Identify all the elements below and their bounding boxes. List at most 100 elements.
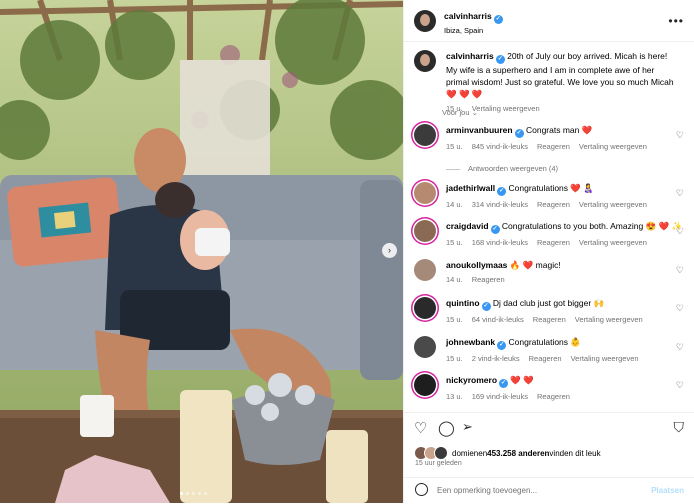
reply-button[interactable]: Reageren xyxy=(529,354,562,363)
comment-username[interactable]: nickyromero xyxy=(446,375,497,385)
post-header: calvinharris ✓ Ibiza, Spain ••• xyxy=(404,0,694,42)
bookmark-icon[interactable]: ⛉ xyxy=(674,419,685,436)
heart-icon[interactable]: ♡ xyxy=(676,303,684,314)
comment: anoukollymaas 🔥 ❤️ magic! 14 u. Reageren … xyxy=(414,259,684,286)
comment-time: 15 u. xyxy=(446,238,463,247)
comment-time: 15 u. xyxy=(446,142,463,151)
comment-likes[interactable]: 845 vind-ik-leuks xyxy=(472,142,528,151)
avatar[interactable] xyxy=(414,259,436,281)
avatar[interactable] xyxy=(414,336,436,358)
carousel-dots xyxy=(180,492,207,495)
likes-suffix: vinden dit leuk xyxy=(549,448,601,458)
reply-button[interactable]: Reageren xyxy=(537,392,570,401)
comment-time: 14 u. xyxy=(446,200,463,209)
comment-likes[interactable]: 169 vind-ik-leuks xyxy=(472,392,528,401)
comment-username[interactable]: anoukollymaas xyxy=(446,260,507,270)
comment: jadethirlwall ✓ Congratulations ❤️ 👩‍🍼 14… xyxy=(414,182,684,211)
comment-username[interactable]: johnewbank xyxy=(446,337,495,347)
view-replies-button[interactable]: Antwoorden weergeven (4) xyxy=(468,164,558,173)
likes-summary: domien en 453.258 anderen vinden dit leu… xyxy=(414,446,601,460)
heart-icon[interactable]: ♡ xyxy=(676,188,684,199)
avatar[interactable] xyxy=(414,297,436,319)
comment-time: 15 u. xyxy=(446,354,463,363)
verified-icon: ✓ xyxy=(481,302,491,311)
likes-count[interactable]: 453.258 anderen xyxy=(487,449,549,458)
emoji-icon[interactable] xyxy=(415,483,428,496)
post-comment-button[interactable]: Plaatsen xyxy=(651,486,684,495)
comment: craigdavid ✓ Congratulations to you both.… xyxy=(414,220,684,249)
caption-hearts: ❤️ ❤️ ❤️ xyxy=(446,89,483,99)
translate-link[interactable]: Vertaling weergeven xyxy=(575,315,643,324)
heart-icon[interactable]: ♡ xyxy=(676,342,684,353)
heart-icon[interactable]: ♡ xyxy=(676,380,684,391)
comment-text: Congratulations 👶 xyxy=(508,337,581,347)
comment-username[interactable]: craigdavid xyxy=(446,221,489,231)
comments-list[interactable]: calvinharris ✓ 20th of July our boy arriv… xyxy=(404,42,694,412)
comment-text: ❤️ ❤️ xyxy=(510,375,534,385)
heart-icon[interactable]: ♡ xyxy=(676,130,684,141)
author-avatar[interactable] xyxy=(414,9,436,32)
verified-icon: ✓ xyxy=(497,187,507,196)
reply-button[interactable]: Reageren xyxy=(537,200,570,209)
comment-input[interactable]: Een opmerking toevoegen... xyxy=(437,486,537,495)
verified-icon: ✓ xyxy=(490,225,500,234)
comment-text: Congratulations ❤️ 👩‍🍼 xyxy=(508,183,594,193)
translate-link[interactable]: Vertaling weergeven xyxy=(579,200,647,209)
comment-time: 13 u. xyxy=(446,392,463,401)
author-username[interactable]: calvinharris xyxy=(444,11,492,21)
comment: nickyromero ✓ ❤️ ❤️ 13 u. 169 vind-ik-leuk… xyxy=(414,374,684,403)
likes-and: en xyxy=(478,448,488,458)
likes-user[interactable]: domien xyxy=(452,449,478,458)
reply-button[interactable]: Reageren xyxy=(537,238,570,247)
verified-icon: ✓ xyxy=(497,341,507,350)
reply-button[interactable]: Reageren xyxy=(537,142,570,151)
post-panel: calvinharris ✓ Ibiza, Spain ••• calvinhar… xyxy=(403,0,694,503)
caption-username[interactable]: calvinharris xyxy=(446,51,494,61)
post-image xyxy=(0,0,403,503)
comment-username[interactable]: arminvanbuuren xyxy=(446,125,513,135)
comment-username[interactable]: jadethirlwall xyxy=(446,183,495,193)
liker-avatar xyxy=(434,446,448,460)
post-location[interactable]: Ibiza, Spain xyxy=(444,26,503,35)
comment-likes[interactable]: 168 vind-ik-leuks xyxy=(472,238,528,247)
comment-text: Dj dad club just got bigger 🙌 xyxy=(492,298,605,308)
verified-icon: ✓ xyxy=(493,15,503,24)
for-you-filter[interactable]: Voor jou ⌄ xyxy=(442,108,478,117)
comment: quintino ✓ Dj dad club just got bigger 🙌 … xyxy=(414,297,684,326)
avatar[interactable] xyxy=(414,182,436,204)
chevron-right-icon: › xyxy=(388,245,391,255)
heart-icon[interactable]: ♡ xyxy=(676,226,684,237)
comment-username[interactable]: quintino xyxy=(446,298,480,308)
comment-time: 14 u. xyxy=(446,275,463,284)
heart-icon[interactable]: ♡ xyxy=(676,265,684,276)
reply-button[interactable]: Reageren xyxy=(533,315,566,324)
comment-time: 15 u. xyxy=(446,315,463,324)
post-time[interactable]: 15 uur geleden xyxy=(415,460,462,467)
comment-text: 🔥 ❤️ magic! xyxy=(509,260,561,270)
translate-link[interactable]: Vertaling weergeven xyxy=(579,142,647,151)
comment: johnewbank ✓ Congratulations 👶 15 u. 2 vin… xyxy=(414,336,684,365)
avatar[interactable] xyxy=(414,124,436,146)
caption: calvinharris ✓ 20th of July our boy arriv… xyxy=(414,50,684,115)
comment-likes[interactable]: 2 vind-ik-leuks xyxy=(472,354,520,363)
comment-icon[interactable]: ◯ xyxy=(438,419,455,437)
avatar[interactable] xyxy=(414,50,436,72)
share-icon[interactable]: ➢ xyxy=(462,419,473,435)
next-photo-button[interactable]: › xyxy=(382,243,397,258)
verified-icon: ✓ xyxy=(499,379,509,388)
chevron-down-icon: ⌄ xyxy=(471,108,478,117)
verified-icon: ✓ xyxy=(495,55,505,64)
avatar[interactable] xyxy=(414,374,436,396)
post-photo[interactable]: › xyxy=(0,0,403,503)
heart-icon[interactable]: ♡ xyxy=(414,419,427,437)
reply-button[interactable]: Reageren xyxy=(472,275,505,284)
translate-link[interactable]: Vertaling weergeven xyxy=(571,354,639,363)
comment-likes[interactable]: 314 vind-ik-leuks xyxy=(472,200,528,209)
verified-icon: ✓ xyxy=(514,129,524,138)
comment-likes[interactable]: 64 vind-ik-leuks xyxy=(472,315,524,324)
comment-text: Congrats man ❤️ xyxy=(525,125,593,135)
avatar[interactable] xyxy=(414,220,436,242)
caption-translate-link[interactable]: Vertaling weergeven xyxy=(472,104,540,113)
translate-link[interactable]: Vertaling weergeven xyxy=(579,238,647,247)
more-icon[interactable]: ••• xyxy=(668,14,684,28)
